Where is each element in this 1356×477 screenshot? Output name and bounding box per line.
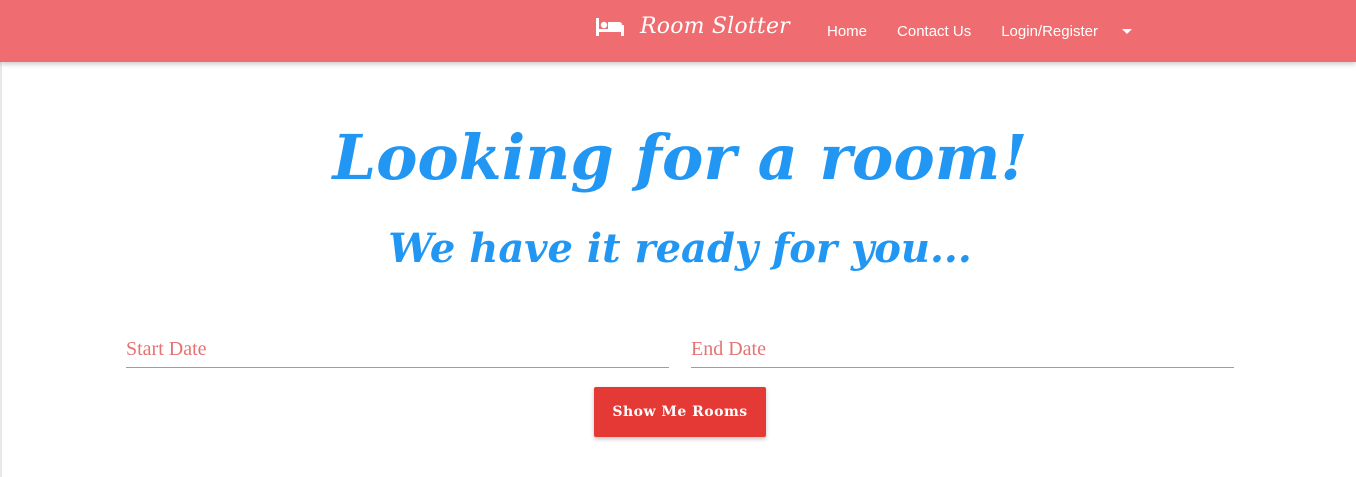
caret-down-icon[interactable] xyxy=(1121,28,1132,34)
brand-logo-link[interactable]: Room Slotter xyxy=(596,14,790,39)
nav-link-login-register[interactable]: Login/Register xyxy=(986,0,1147,62)
brand-name: Room Slotter xyxy=(640,14,790,39)
end-date-input[interactable] xyxy=(691,332,1234,368)
hero-headline: Looking for a room! xyxy=(332,121,1028,194)
start-date-input[interactable] xyxy=(126,332,669,368)
login-register-label: Login/Register xyxy=(1001,22,1098,40)
top-navbar: Room Slotter Home Contact Us Login/Regis… xyxy=(0,0,1356,62)
nav-links: Home Contact Us Login/Register xyxy=(812,0,1147,62)
main-content: Looking for a room! We have it ready for… xyxy=(0,62,1356,477)
show-me-rooms-button[interactable]: Show Me Rooms xyxy=(594,387,766,437)
nav-link-contact-us[interactable]: Contact Us xyxy=(882,0,986,62)
bed-icon xyxy=(596,16,624,38)
nav-link-home[interactable]: Home xyxy=(812,0,882,62)
hero-subheadline: We have it ready for you... xyxy=(388,225,972,272)
